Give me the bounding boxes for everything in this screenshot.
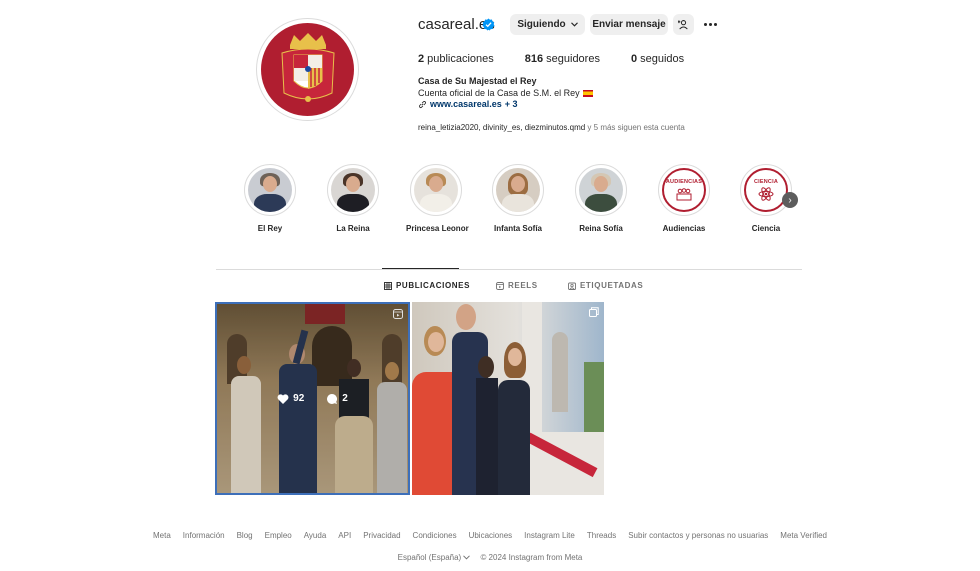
highlight-princesa-leonor[interactable]: Princesa Leonor (406, 164, 469, 233)
highlight-badge-text: CIENCIA (753, 179, 778, 185)
post-likes: 92 (277, 393, 304, 405)
tabs-divider (216, 269, 802, 270)
highlight-cover: CIENCIA (744, 168, 788, 212)
tab-etiquetadas[interactable]: ETIQUETADAS (568, 281, 643, 290)
highlights-next-arrow-icon[interactable]: › (782, 192, 798, 208)
highlight-label: La Reina (336, 224, 370, 233)
footer-bottom: Español (España) © 2024 Instagram from M… (0, 553, 980, 562)
highlight-cover (414, 168, 458, 212)
chevron-down-icon (463, 555, 471, 560)
highlight-label: El Rey (257, 224, 283, 233)
footer-link[interactable]: Subir contactos y personas no usuarias (628, 531, 768, 540)
highlight-cover (331, 168, 375, 212)
heart-icon (277, 393, 289, 404)
followed-by-suffix: y 5 más siguen esta cuenta (585, 123, 685, 132)
send-message-label: Enviar mensaje (592, 19, 666, 30)
highlight-el-rey[interactable]: El Rey (240, 164, 300, 233)
comment-icon (327, 393, 338, 404)
highlight-label: Infanta Sofía (493, 224, 542, 233)
language-selector[interactable]: Español (España) (398, 553, 471, 562)
carousel-icon (589, 307, 599, 317)
footer-link[interactable]: Privacidad (363, 531, 400, 540)
footer-link[interactable]: Ayuda (304, 531, 327, 540)
post-thumbnail[interactable] (412, 302, 604, 495)
grid-icon (384, 281, 392, 290)
highlight-label: Audiencias (662, 224, 706, 233)
bio-full-name: Casa de Su Majestad el Rey (418, 76, 537, 86)
highlight-infanta-sofia[interactable]: Infanta Sofía (488, 164, 548, 233)
tab-publicaciones[interactable]: PUBLICACIONES (384, 281, 470, 290)
comments-count: 2 (342, 393, 348, 404)
add-user-icon (678, 20, 688, 30)
posts-count: 2 publicaciones (418, 53, 494, 65)
tagged-icon (568, 282, 576, 290)
audience-icon (676, 188, 692, 201)
footer-link[interactable]: Información (183, 531, 225, 540)
following-count[interactable]: 0 seguidos (631, 53, 684, 65)
send-message-button[interactable]: Enviar mensaje (590, 14, 668, 35)
tab-label: REELS (508, 281, 538, 290)
footer-links: Meta Información Blog Empleo Ayuda API P… (0, 531, 980, 540)
website-link[interactable]: www.casareal.es (430, 99, 502, 109)
following-button-label: Siguiendo (517, 19, 566, 30)
footer-link[interactable]: Empleo (265, 531, 292, 540)
active-tab-indicator (382, 268, 459, 269)
tab-label: PUBLICACIONES (396, 281, 471, 290)
link-icon (419, 100, 426, 108)
verified-badge-icon (482, 18, 495, 31)
highlight-audiencias[interactable]: AUDIENCIAS Audiencias (654, 164, 714, 233)
spain-flag-icon (582, 89, 593, 97)
footer-link[interactable]: Blog (237, 531, 253, 540)
atom-icon (758, 187, 774, 201)
footer-link[interactable]: Instagram Lite (524, 531, 575, 540)
coat-of-arms-logo (261, 23, 354, 116)
bio-description-text: Cuenta oficial de la Casa de S.M. el Rey (418, 88, 580, 98)
story-highlights: El Rey La Reina Princesa Leonor Infanta … (244, 164, 804, 244)
post-comments: 2 (326, 393, 348, 405)
footer-link[interactable]: Ubicaciones (469, 531, 513, 540)
post-thumbnail[interactable]: 92 2 (215, 302, 410, 495)
followed-by-names: reina_letizia2020, divinity_es, diezminu… (418, 123, 586, 132)
footer-link[interactable]: Condiciones (413, 531, 457, 540)
suggested-accounts-button[interactable] (673, 14, 694, 35)
bio-description: Cuenta oficial de la Casa de S.M. el Rey (418, 88, 593, 98)
profile-avatar[interactable] (256, 18, 359, 121)
highlight-label: Ciencia (751, 224, 781, 233)
footer-link[interactable]: Meta Verified (780, 531, 827, 540)
footer-link[interactable]: API (338, 531, 351, 540)
more-links[interactable]: + 3 (505, 99, 518, 109)
followers-count[interactable]: 816 seguidores (525, 53, 600, 65)
following-button[interactable]: Siguiendo (510, 14, 585, 35)
copyright: © 2024 Instagram from Meta (480, 553, 583, 562)
post-hover-overlay: 92 2 (217, 304, 408, 493)
highlight-label: Reina Sofía (579, 224, 623, 233)
highlight-cover (579, 168, 623, 212)
footer-link[interactable]: Threads (587, 531, 616, 540)
highlight-reina-sofia[interactable]: Reina Sofía (571, 164, 631, 233)
highlight-la-reina[interactable]: La Reina (323, 164, 383, 233)
highlight-cover (248, 168, 292, 212)
reels-icon (496, 281, 504, 290)
tab-label: ETIQUETADAS (580, 281, 644, 290)
language-label: Español (España) (397, 553, 462, 562)
highlight-cover: AUDIENCIAS (662, 168, 706, 212)
bio-link[interactable]: www.casareal.es + 3 (418, 99, 517, 109)
followed-by-text[interactable]: reina_letizia2020, divinity_es, diezminu… (418, 123, 685, 132)
footer-link[interactable]: Meta (153, 531, 171, 540)
highlight-cover (496, 168, 540, 212)
highlight-label: Princesa Leonor (406, 224, 469, 233)
tab-reels[interactable]: REELS (496, 281, 538, 290)
more-options-icon[interactable] (700, 14, 720, 35)
profile-stats: 2 publicaciones 816 seguidores 0 seguidos (418, 53, 715, 65)
highlight-badge-text: AUDIENCIAS (665, 179, 703, 185)
likes-count: 92 (293, 393, 305, 404)
chevron-down-icon (570, 22, 578, 27)
